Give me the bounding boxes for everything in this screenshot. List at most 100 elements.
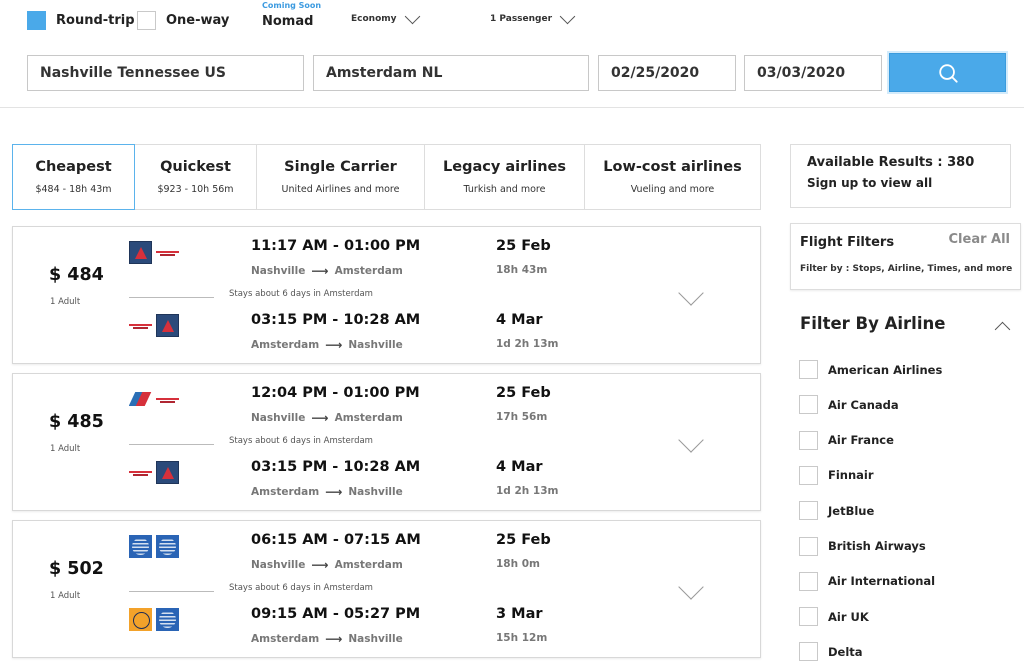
airline-checkbox[interactable] <box>799 501 818 521</box>
round-trip-option[interactable]: Round-trip <box>27 11 135 30</box>
airline-logo-icon <box>129 461 152 484</box>
route-to: Amsterdam <box>334 412 403 424</box>
airline-logo-icon <box>156 535 179 558</box>
passenger-count: 1 Adult <box>50 591 81 601</box>
return-times: 03:15 PM - 10:28 AM <box>251 312 421 328</box>
airline-logo-icon <box>156 241 179 264</box>
divider <box>129 444 214 445</box>
return-airline-logos <box>129 461 179 484</box>
tab-cheapest[interactable]: Cheapest $484 - 18h 43m <box>12 144 135 210</box>
flight-card[interactable]: $ 485 1 Adult 12:04 PM - 01:00 PM Nashvi… <box>12 373 761 511</box>
return-route: Amsterdam ⟶ Nashville <box>251 485 403 499</box>
origin-input[interactable]: Nashville Tennessee US <box>27 55 304 91</box>
search-button[interactable] <box>889 53 1006 92</box>
tab-legacy-airlines[interactable]: Legacy airlines Turkish and more <box>425 145 585 209</box>
cabin-class-value: Economy <box>351 14 397 24</box>
flight-price: $ 502 <box>49 559 104 579</box>
airline-name: Air UK <box>828 609 869 624</box>
tab-low-cost-airlines[interactable]: Low-cost airlines Vueling and more <box>585 145 760 209</box>
arrow-right-icon: ⟶ <box>311 264 329 278</box>
airline-checkbox[interactable] <box>799 430 818 450</box>
return-duration: 1d 2h 13m <box>496 485 559 497</box>
passengers-dropdown[interactable]: 1 Passenger <box>490 8 576 24</box>
arrow-right-icon: ⟶ <box>311 558 329 572</box>
return-date: 3 Mar <box>496 606 543 622</box>
return-route: Amsterdam ⟶ Nashville <box>251 338 403 352</box>
expand-chevron-icon[interactable] <box>678 427 704 453</box>
stay-note: Stays about 6 days in Amsterdam <box>229 436 373 446</box>
destination-input[interactable]: Amsterdam NL <box>313 55 589 91</box>
airline-checkbox[interactable] <box>799 536 818 556</box>
outbound-date: 25 Feb <box>496 385 551 401</box>
airline-name: JetBlue <box>828 503 875 518</box>
return-times: 03:15 PM - 10:28 AM <box>251 459 421 475</box>
route-from: Nashville <box>251 265 306 277</box>
airline-filter-option[interactable]: Air UK <box>799 607 869 627</box>
return-duration: 1d 2h 13m <box>496 338 559 350</box>
return-date: 4 Mar <box>496 312 543 328</box>
airline-filter-option[interactable]: American Airlines <box>799 360 942 379</box>
chevron-up-icon[interactable] <box>994 321 1011 338</box>
airline-filter-option[interactable]: Delta <box>799 642 863 662</box>
search-bar: Round-trip One-way Coming Soon Nomad Eco… <box>0 0 1024 108</box>
airline-checkbox[interactable] <box>799 642 818 662</box>
nomad-label: Nomad <box>262 14 314 29</box>
tab-title: Legacy airlines <box>443 159 566 175</box>
airline-checkbox[interactable] <box>799 465 818 485</box>
route-from: Nashville <box>251 412 306 424</box>
flight-card[interactable]: $ 484 1 Adult 11:17 AM - 01:00 PM Nashvi… <box>12 226 761 364</box>
outbound-times: 12:04 PM - 01:00 PM <box>251 385 420 401</box>
outbound-times: 06:15 AM - 07:15 AM <box>251 532 421 548</box>
airline-filter-option[interactable]: Finnair <box>799 465 874 485</box>
airline-logo-icon <box>129 388 152 411</box>
return-date: 4 Mar <box>496 459 543 475</box>
airline-filter-option[interactable]: British Airways <box>799 536 926 556</box>
route-to: Nashville <box>348 339 403 351</box>
divider <box>129 591 214 592</box>
airline-name: Air France <box>828 433 894 448</box>
flight-filters-panel: Flight Filters Clear All Filter by : Sto… <box>790 223 1021 290</box>
route-to: Nashville <box>348 633 403 645</box>
clear-all-button[interactable]: Clear All <box>949 232 1011 247</box>
tab-subtitle: $923 - 10h 56m <box>157 184 234 195</box>
airline-checkbox[interactable] <box>799 360 818 379</box>
round-trip-label: Round-trip <box>56 13 135 28</box>
filters-title: Flight Filters <box>800 235 895 250</box>
one-way-option[interactable]: One-way <box>137 11 229 30</box>
airline-filter-option[interactable]: Air International <box>799 571 935 591</box>
tab-subtitle: Turkish and more <box>463 184 546 195</box>
depart-date-input[interactable]: 02/25/2020 <box>598 55 736 91</box>
airline-checkbox[interactable] <box>799 571 818 591</box>
cabin-class-dropdown[interactable]: Economy <box>351 8 420 24</box>
available-results-panel: Available Results : 380 Sign up to view … <box>790 144 1011 208</box>
outbound-route: Nashville ⟶ Amsterdam <box>251 558 403 572</box>
outbound-date: 25 Feb <box>496 532 551 548</box>
one-way-checkbox[interactable] <box>137 11 156 30</box>
airline-filter-option[interactable]: Air Canada <box>799 395 899 415</box>
passenger-count: 1 Adult <box>50 297 81 307</box>
expand-chevron-icon[interactable] <box>678 574 704 600</box>
round-trip-checkbox[interactable] <box>27 11 46 30</box>
return-date-input[interactable]: 03/03/2020 <box>744 55 882 91</box>
airline-filter-option[interactable]: Air France <box>799 430 894 450</box>
signup-link[interactable]: Sign up to view all <box>807 176 994 190</box>
tab-single-carrier[interactable]: Single Carrier United Airlines and more <box>257 145 425 209</box>
tab-quickest[interactable]: Quickest $923 - 10h 56m <box>135 145 257 209</box>
outbound-duration: 17h 56m <box>496 411 548 423</box>
nomad-option[interactable]: Coming Soon Nomad <box>262 0 321 29</box>
tab-subtitle: United Airlines and more <box>281 184 400 195</box>
outbound-route: Nashville ⟶ Amsterdam <box>251 411 403 425</box>
tab-title: Quickest <box>160 159 231 175</box>
divider <box>129 297 214 298</box>
passenger-count: 1 Adult <box>50 444 81 454</box>
airline-checkbox[interactable] <box>799 607 818 627</box>
return-airline-logos <box>129 608 179 631</box>
outbound-duration: 18h 43m <box>496 264 548 276</box>
airline-filter-option[interactable]: JetBlue <box>799 501 875 521</box>
flight-card[interactable]: $ 502 1 Adult 06:15 AM - 07:15 AM Nashvi… <box>12 520 761 658</box>
route-to: Amsterdam <box>334 265 403 277</box>
expand-chevron-icon[interactable] <box>678 280 704 306</box>
airline-checkbox[interactable] <box>799 395 818 415</box>
tab-subtitle: Vueling and more <box>630 184 715 195</box>
airline-logo-icon <box>129 535 152 558</box>
